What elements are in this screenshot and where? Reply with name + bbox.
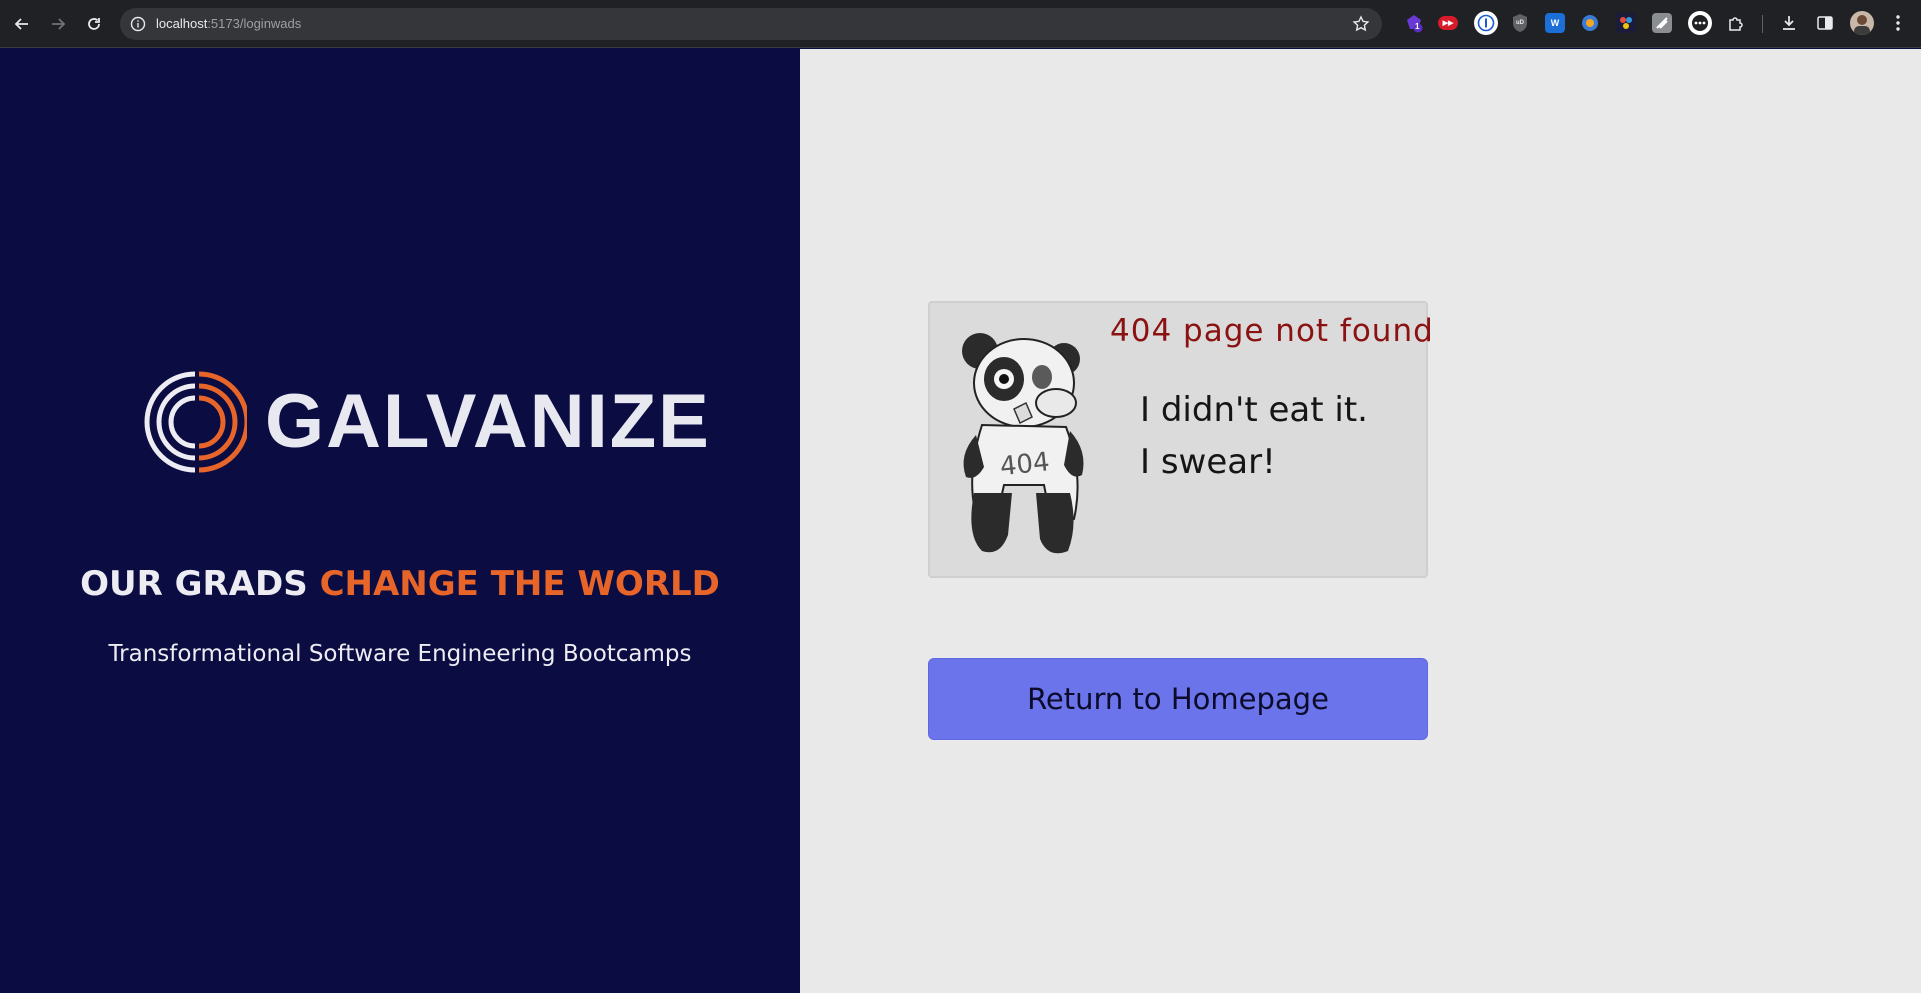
not-found-illustration: 404 404 page not found I didn't eat it. … [928, 301, 1433, 578]
extension-red-label: ▶▶ [1442, 20, 1454, 27]
back-arrow-icon[interactable] [10, 12, 34, 36]
url-path: :5173/loginwads [207, 16, 302, 31]
extension-dots-icon[interactable] [1688, 11, 1712, 35]
extension-colorful-icon[interactable] [1616, 13, 1636, 33]
side-panel-icon[interactable] [1815, 13, 1835, 33]
extension-pentagon-icon[interactable]: 1 [1404, 13, 1424, 33]
download-icon[interactable] [1779, 13, 1799, 33]
site-info-icon[interactable] [130, 16, 146, 32]
logo-wordmark: GALVANIZE [265, 379, 711, 464]
galvanize-logo: GALVANIZE [143, 370, 709, 474]
toolbar-divider [1762, 15, 1763, 33]
url-host: localhost [156, 16, 208, 31]
tagline-part-1: OUR GRADS [80, 564, 320, 604]
ublock-label: uD [1516, 20, 1524, 26]
extension-bird-icon[interactable] [1580, 13, 1600, 33]
ublock-shield-icon[interactable]: uD [1510, 13, 1530, 33]
not-found-line-1: I didn't eat it. [1140, 390, 1368, 430]
reload-icon[interactable] [82, 12, 106, 36]
extension-red-icon[interactable]: ▶▶ [1438, 16, 1458, 30]
error-panel: 404 404 page not found I didn't eat it. … [800, 49, 1921, 993]
not-found-line-2: I swear! [1140, 442, 1276, 482]
tagline-part-2: CHANGE THE WORLD [319, 564, 720, 604]
tagline: OUR GRADS CHANGE THE WORLD [0, 563, 800, 605]
address-bar[interactable]: localhost:5173/loginwads [120, 8, 1382, 40]
chrome-menu-icon[interactable] [1888, 13, 1908, 33]
url-text[interactable]: localhost:5173/loginwads [156, 16, 301, 32]
browser-toolbar: localhost:5173/loginwads 1 ▶▶ uD W [0, 0, 1921, 48]
extension-badge: 1 [1415, 22, 1420, 31]
word-extension-label: W [1550, 18, 1560, 28]
extension-lightning-icon[interactable] [1652, 13, 1672, 33]
profile-avatar[interactable] [1850, 11, 1874, 35]
password-manager-icon[interactable] [1474, 11, 1498, 35]
galvanize-mark-icon [144, 371, 247, 473]
not-found-title: 404 page not found [1110, 313, 1434, 349]
panda-shirt-text: 404 [999, 447, 1052, 482]
word-extension-icon[interactable]: W [1545, 13, 1565, 33]
brand-panel: GALVANIZE OUR GRADS CHANGE THE WORLD Tra… [0, 49, 800, 993]
panda-illustration: 404 [962, 333, 1084, 554]
forward-arrow-icon[interactable] [46, 12, 70, 36]
bookmark-star-icon[interactable] [1352, 15, 1370, 33]
subtagline: Transformational Software Engineering Bo… [108, 641, 692, 667]
return-homepage-button[interactable]: Return to Homepage [928, 658, 1428, 740]
extensions-puzzle-icon[interactable] [1726, 13, 1746, 33]
